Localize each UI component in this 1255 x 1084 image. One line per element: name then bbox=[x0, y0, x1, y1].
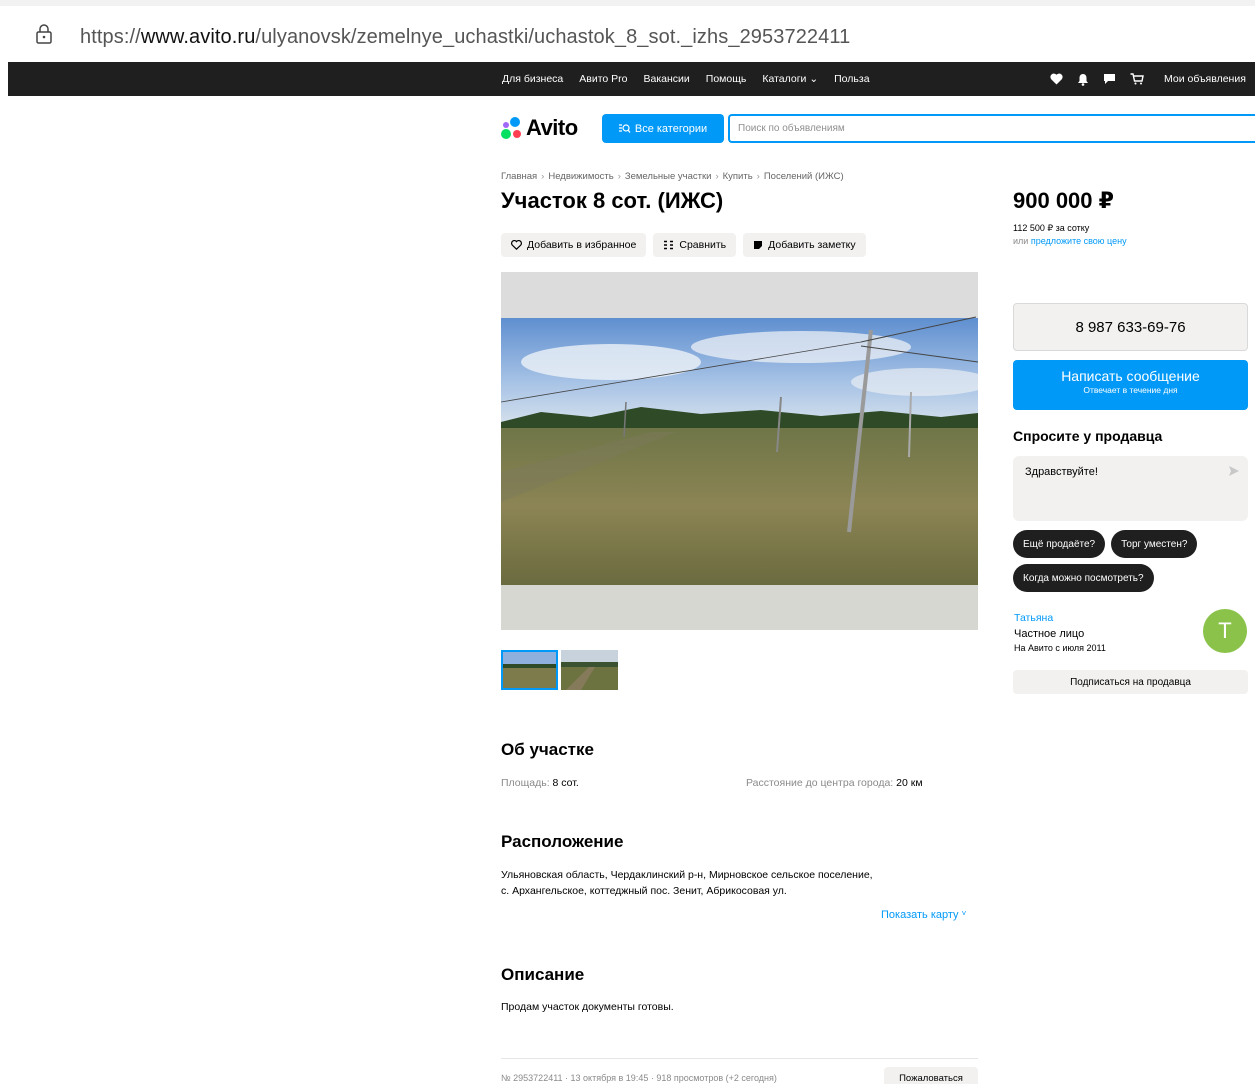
area-param: Площадь: 8 сот. bbox=[501, 777, 579, 789]
seller-name-link[interactable]: Татьяна bbox=[1014, 612, 1053, 624]
photo-thumbnail[interactable] bbox=[501, 650, 558, 690]
description-heading: Описание bbox=[501, 965, 585, 984]
avito-logo[interactable]: Avito bbox=[501, 114, 578, 142]
bell-icon[interactable] bbox=[1077, 73, 1089, 86]
listing-actions: Добавить в избранное Сравнить Добавить з… bbox=[501, 233, 866, 257]
page-title: Участок 8 сот. (ИЖС) bbox=[501, 188, 724, 213]
breadcrumb-item-buy[interactable]: Купить bbox=[723, 171, 753, 182]
cart-icon[interactable] bbox=[1130, 73, 1144, 85]
complain-button[interactable]: Пожаловаться bbox=[884, 1067, 978, 1084]
nav-link-benefit[interactable]: Польза bbox=[834, 73, 869, 85]
breadcrumb-item-land[interactable]: Земельные участки bbox=[625, 171, 712, 182]
nav-link-avito-pro[interactable]: Авито Pro bbox=[579, 73, 627, 85]
listing-meta: № 2953722411 · 13 октября в 19:45 · 918 … bbox=[501, 1073, 777, 1083]
photo-thumbnails bbox=[501, 650, 618, 690]
heart-icon[interactable] bbox=[1050, 73, 1063, 85]
ask-seller-input[interactable]: Здравствуйте! bbox=[1013, 456, 1248, 521]
address-text: Ульяновская область, Чердаклинский р-н, … bbox=[501, 869, 873, 897]
nav-link-business[interactable]: Для бизнеса bbox=[502, 73, 563, 85]
compare-button[interactable]: Сравнить bbox=[653, 233, 737, 257]
ask-seller-heading: Спросите у продавца bbox=[1013, 428, 1163, 444]
quick-questions: Ещё продаёте? Торг уместен? Когда можно … bbox=[1013, 530, 1253, 592]
offer-price-link[interactable]: предложите свою цену bbox=[1031, 236, 1127, 246]
price-per-sotka: 112 500 ₽ за сотку bbox=[1013, 223, 1090, 233]
note-icon bbox=[754, 241, 763, 249]
chevron-down-icon: ˅ bbox=[961, 909, 967, 918]
search-input[interactable]: Поиск по объявлениям bbox=[728, 114, 1255, 143]
location-heading: Расположение bbox=[501, 832, 624, 851]
about-heading: Об участке bbox=[501, 740, 594, 759]
chip-bargain[interactable]: Торг уместен? bbox=[1111, 530, 1198, 558]
show-map-link[interactable]: Показать карту ˅ bbox=[881, 909, 966, 921]
nav-link-help[interactable]: Помощь bbox=[706, 73, 747, 85]
breadcrumb: Главная › Недвижимость › Земельные участки… bbox=[501, 171, 844, 182]
write-message-button[interactable]: Написать сообщение Отвечает в течение дн… bbox=[1013, 360, 1248, 410]
avatar[interactable]: Т bbox=[1203, 609, 1247, 653]
address-url[interactable]: https://www.avito.ru/ulyanovsk/zemelnye_… bbox=[80, 26, 850, 49]
logo-text: Avito bbox=[526, 115, 578, 140]
chip-still-selling[interactable]: Ещё продаёте? bbox=[1013, 530, 1106, 558]
breadcrumb-item-home[interactable]: Главная bbox=[501, 171, 537, 182]
send-icon[interactable] bbox=[1228, 465, 1240, 477]
nav-link-jobs[interactable]: Вакансии bbox=[644, 73, 690, 85]
chat-icon[interactable] bbox=[1103, 73, 1116, 85]
seller-type: Частное лицо bbox=[1014, 628, 1085, 640]
add-to-favorites-button[interactable]: Добавить в избранное bbox=[501, 233, 647, 257]
chip-when-view[interactable]: Когда можно посмотреть? bbox=[1013, 564, 1154, 592]
offer-price: или предложите свою цену bbox=[1013, 236, 1127, 246]
price: 900 000 ₽ bbox=[1013, 188, 1114, 213]
description-text: Продам участок документы готовы. bbox=[501, 1001, 674, 1013]
divider bbox=[501, 1058, 978, 1059]
heart-outline-icon bbox=[511, 240, 522, 250]
add-note-button[interactable]: Добавить заметку bbox=[743, 233, 866, 257]
lock-icon bbox=[36, 24, 52, 44]
show-phone-button[interactable]: 8 987 633-69-76 bbox=[1013, 303, 1248, 351]
my-ads-link[interactable]: Мои объявления bbox=[1164, 73, 1246, 85]
breadcrumb-item-izhs[interactable]: Поселений (ИЖС) bbox=[764, 171, 844, 182]
logo-dots-icon bbox=[501, 117, 523, 139]
breadcrumb-item-realty[interactable]: Недвижимость bbox=[548, 171, 613, 182]
nav-link-catalogs[interactable]: Каталоги ⌄ bbox=[762, 73, 818, 85]
distance-param: Расстояние до центра города: 20 км bbox=[746, 777, 923, 789]
compare-icon bbox=[664, 240, 674, 250]
top-nav: Для бизнеса Авито Pro Вакансии Помощь Ка… bbox=[8, 62, 1255, 96]
photo-thumbnail[interactable] bbox=[561, 650, 618, 690]
search-icon bbox=[618, 123, 631, 133]
seller-since: На Авито с июля 2011 bbox=[1014, 643, 1106, 653]
browser-address-bar: https://www.avito.ru/ulyanovsk/zemelnye_… bbox=[0, 0, 1255, 62]
subscribe-button[interactable]: Подписаться на продавца bbox=[1013, 670, 1248, 694]
listing-photo[interactable] bbox=[501, 272, 978, 630]
all-categories-button[interactable]: Все категории bbox=[602, 114, 724, 143]
